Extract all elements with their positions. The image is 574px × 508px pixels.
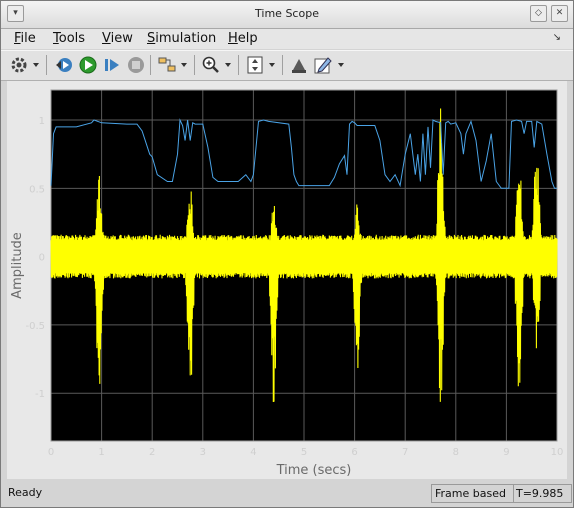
x-tick-label: 4	[250, 447, 256, 458]
y-axis-label: Amplitude	[10, 232, 25, 299]
menu-view[interactable]: View	[102, 31, 133, 46]
stop-icon[interactable]	[126, 55, 146, 75]
scope-chart[interactable]: 0 1 2 3 4 5 6 7 8 9 10 -1 -0.5 0 0.5 1 Time (secs) Amplit…	[7, 81, 567, 479]
x-tick-label: 5	[301, 447, 307, 458]
x-tick-label: 3	[200, 447, 206, 458]
time-scope-window: ▾ Time Scope ◇ ✕ File Tools View Simulat…	[0, 0, 574, 508]
menu-help[interactable]: Help	[228, 31, 258, 46]
zoom-dropdown[interactable]	[225, 63, 231, 67]
run-icon[interactable]	[78, 55, 98, 75]
x-tick-label: 2	[149, 447, 155, 458]
y-tick-label: 0	[39, 253, 45, 264]
zoom-in-icon[interactable]	[201, 55, 221, 75]
undock-icon[interactable]: ↘	[553, 32, 561, 43]
menu-simulation[interactable]: Simulation	[147, 31, 216, 46]
toolbar-separator	[150, 55, 151, 75]
scope-plot-area: 0 1 2 3 4 5 6 7 8 9 10 -1 -0.5 0 0.5 1 Time (secs) Amplit…	[7, 81, 567, 479]
status-sim-time: T=9.985	[513, 484, 572, 503]
style-dropdown[interactable]	[338, 63, 344, 67]
autoscale-icon[interactable]	[245, 55, 265, 75]
x-tick-label: 8	[453, 447, 459, 458]
settings-icon[interactable]	[9, 55, 29, 75]
toolbar	[1, 50, 573, 81]
highlight-icon[interactable]	[289, 55, 309, 75]
x-tick-label: 10	[551, 447, 564, 458]
menu-file-label: ile	[20, 31, 36, 46]
run-step-back-icon[interactable]	[54, 55, 74, 75]
menu-bar: File Tools View Simulation Help ↘	[1, 29, 573, 49]
x-tick-label: 0	[48, 447, 54, 458]
step-forward-icon[interactable]	[102, 55, 122, 75]
y-tick-label: -1	[35, 389, 45, 400]
status-frame-mode: Frame based	[431, 484, 514, 503]
y-tick-label: 1	[39, 116, 45, 127]
x-tick-label: 7	[402, 447, 408, 458]
window-title: Time Scope	[255, 7, 319, 20]
menu-tools[interactable]: Tools	[53, 31, 85, 46]
toolbar-separator	[46, 55, 47, 75]
menu-file[interactable]: File	[14, 31, 36, 46]
toolbar-separator	[238, 55, 239, 75]
status-bar: Ready Frame based T=9.985	[1, 483, 573, 507]
autoscale-dropdown[interactable]	[269, 63, 275, 67]
close-icon[interactable]: ✕	[551, 5, 568, 22]
x-axis-label: Time (secs)	[276, 463, 352, 478]
toolbar-separator	[194, 55, 195, 75]
y-tick-label: 0.5	[29, 184, 45, 195]
edit-style-icon[interactable]	[313, 55, 333, 75]
x-tick-label: 6	[351, 447, 357, 458]
x-tick-label: 9	[503, 447, 509, 458]
status-ready: Ready	[8, 486, 43, 499]
y-tick-label: -0.5	[25, 321, 45, 332]
toolbar-separator	[282, 55, 283, 75]
settings-dropdown[interactable]	[33, 63, 39, 67]
signal-select-dropdown[interactable]	[181, 63, 187, 67]
title-bar: ▾ Time Scope ◇ ✕	[1, 1, 573, 29]
x-tick-label: 1	[98, 447, 104, 458]
restore-icon[interactable]: ◇	[530, 5, 547, 22]
signal-select-icon[interactable]	[157, 55, 177, 75]
